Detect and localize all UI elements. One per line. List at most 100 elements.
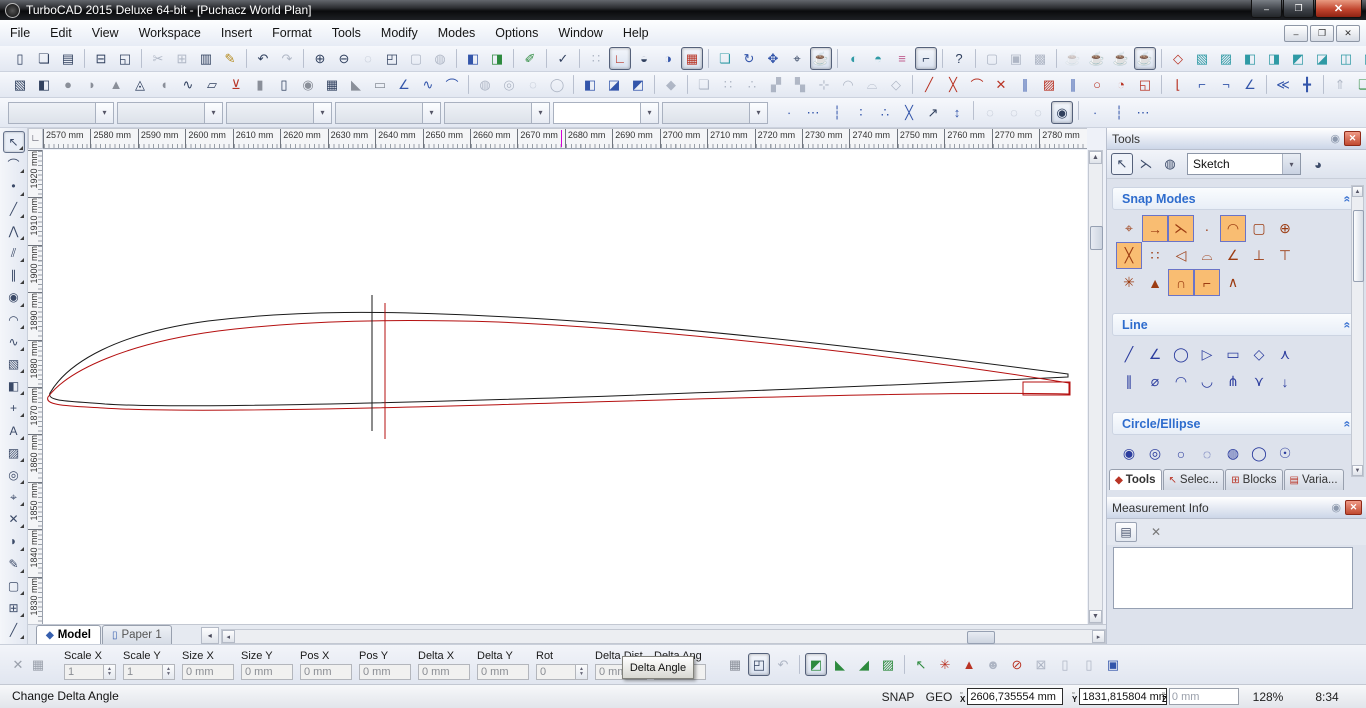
z-coordinate-field[interactable]: 0 mm <box>1168 688 1239 705</box>
menu-item[interactable]: Insert <box>211 20 262 46</box>
zoom-previous-icon[interactable]: ◌ <box>357 47 379 70</box>
inspector-close-icon[interactable]: ✕ <box>8 655 28 675</box>
text-style-combo[interactable]: ▾ <box>444 101 550 124</box>
point-mode-1-icon[interactable]: ∙ <box>1084 101 1106 124</box>
grid-array-icon[interactable]: ∷ <box>717 73 739 96</box>
style-combo[interactable]: Sketch ▾ <box>1187 153 1301 175</box>
combo-arrow-icon[interactable]: ▾ <box>422 102 440 123</box>
field-input[interactable]: 1 ▲ ▼ <box>123 663 175 680</box>
grid-box-icon[interactable]: ▣ <box>1102 653 1124 676</box>
circle-ref-2-icon[interactable]: ◌ <box>1003 101 1025 124</box>
combo-arrow-icon[interactable]: ▾ <box>749 102 767 123</box>
point-snap-5-icon[interactable]: ∴ <box>874 101 896 124</box>
menu-item[interactable]: Workspace <box>129 20 211 46</box>
zoom-level[interactable]: 128% <box>1244 685 1292 708</box>
snap-vertex-icon[interactable]: → <box>1142 215 1168 242</box>
facet-selector-icon[interactable]: ▨ <box>877 653 899 676</box>
line-tangent-to-arc-icon[interactable]: ⌀ <box>1142 368 1168 395</box>
segment-edit-icon[interactable]: ∠ <box>1239 73 1261 96</box>
measurement-close-icon[interactable]: ✕ <box>1345 500 1362 515</box>
snap-face-icon[interactable]: ⌓ <box>1194 242 1220 269</box>
profile-icon[interactable]: ⌓ <box>861 73 883 96</box>
palette-select-arrow-icon[interactable]: ↖ <box>1111 153 1133 175</box>
pin-icon[interactable]: ◉ <box>1330 132 1340 145</box>
bucket-icon[interactable]: ◕ <box>1307 153 1329 175</box>
polyline-edit-icon[interactable]: ⌐ <box>1191 73 1213 96</box>
material-editor-icon[interactable]: ◐ <box>843 47 865 70</box>
brush-style-combo[interactable]: ▾ <box>335 101 441 124</box>
view-iso-ne-icon[interactable]: ◫ <box>1335 47 1357 70</box>
snap-intersection-icon[interactable]: ╳ <box>1116 242 1142 269</box>
snap-divide-icon[interactable]: ⊤ <box>1272 242 1298 269</box>
menu-item[interactable]: Help <box>613 20 659 46</box>
copy-icon[interactable]: ⊞ <box>171 47 193 70</box>
polyline-3d-icon[interactable]: ∠ <box>393 73 415 96</box>
vertical-scrollbar[interactable]: ▲ ▼ <box>1088 150 1103 624</box>
combo-arrow-icon[interactable]: ▾ <box>1282 154 1300 174</box>
render-modes-icon[interactable]: ☕ <box>810 47 832 70</box>
horizontal-scrollbar[interactable]: ◂ ▸ <box>220 629 1106 644</box>
lamp-icon[interactable]: ⊻ <box>225 73 247 96</box>
mdi-restore-button[interactable]: ❐ <box>1310 25 1334 42</box>
coord-fields-icon[interactable]: ▦ <box>724 653 746 676</box>
box-b-icon[interactable]: ▯ <box>1078 653 1100 676</box>
render-wireframe-icon[interactable]: ☕ <box>1062 47 1084 70</box>
line-polygon-icon[interactable]: ◯ <box>1168 341 1194 368</box>
wedge-icon[interactable]: ◣ <box>345 73 367 96</box>
snap-radial-icon[interactable]: ✳ <box>1116 269 1142 296</box>
spinner-icon[interactable]: ▲ ▼ <box>162 664 174 679</box>
snap-nearest-entity-icon[interactable]: ◁ <box>1168 242 1194 269</box>
circle-3-point-icon[interactable]: ◌ <box>1194 440 1220 467</box>
selection-mouse-icon[interactable]: ◒ <box>633 47 655 70</box>
point-mode-2-icon[interactable]: ┆ <box>1108 101 1130 124</box>
print-icon[interactable]: ⊟ <box>90 47 112 70</box>
pen-width-combo[interactable]: ▾ <box>117 101 223 124</box>
capsule-icon[interactable]: ▯ <box>273 73 295 96</box>
multi-trim-icon[interactable]: ∥ <box>1014 73 1036 96</box>
camera-icon[interactable]: ▦ <box>681 47 703 70</box>
combo-arrow-icon[interactable]: ▾ <box>313 102 331 123</box>
ungroup-icon[interactable]: ▣ <box>1005 47 1027 70</box>
trim-icon[interactable]: ╱ <box>918 73 940 96</box>
combo-arrow-icon[interactable]: ▾ <box>531 102 549 123</box>
cut-icon[interactable]: ✂ <box>147 47 169 70</box>
pen-pattern-combo[interactable]: ▾ <box>226 101 332 124</box>
context-help-icon[interactable]: ? <box>948 47 970 70</box>
x-box-icon[interactable]: ⊠ <box>1030 653 1052 676</box>
view-back-icon[interactable]: ▨ <box>1215 47 1237 70</box>
double-line-tool-icon[interactable]: ⫽ <box>3 242 25 264</box>
circle-concentric-icon[interactable]: ◎ <box>1142 440 1168 467</box>
spline-tool-icon[interactable]: ∿ <box>3 331 25 353</box>
circle-ref-3-icon[interactable]: ◌ <box>1027 101 1049 124</box>
gradient-icon[interactable]: ▲ <box>958 653 980 676</box>
camera-tool-icon[interactable]: ⌖ <box>3 486 25 508</box>
slice-icon[interactable]: ◯ <box>546 73 568 96</box>
y-coordinate-field[interactable]: 1831,815804 mm <box>1079 688 1168 705</box>
menu-item[interactable]: Modify <box>371 20 428 46</box>
facet-edit-icon[interactable]: ◌ <box>522 73 544 96</box>
line-rectangle-icon[interactable]: ▭ <box>1220 341 1246 368</box>
snap-quadrant-icon[interactable]: ⊕ <box>1272 215 1298 242</box>
snap-nearest-icon[interactable]: ⋋ <box>1168 215 1194 242</box>
group-icon[interactable]: ▢ <box>981 47 1003 70</box>
zoom-extents-icon[interactable]: ◰ <box>381 47 403 70</box>
snap-midpoint-icon[interactable]: ∙ <box>1194 215 1220 242</box>
meet-2-lines-icon[interactable]: ╳ <box>942 73 964 96</box>
box-icon[interactable]: ▧ <box>9 73 31 96</box>
cross-trim-icon[interactable]: ✕ <box>990 73 1012 96</box>
copy-array-icon[interactable]: ❏ <box>693 73 715 96</box>
circle-tangent-2-entities-icon[interactable]: ◯ <box>1246 440 1272 467</box>
boolean-intersect-icon[interactable]: ◩ <box>627 73 649 96</box>
field-input[interactable]: 0 mm ▲▼ <box>418 663 470 680</box>
menu-item[interactable]: Modes <box>428 20 486 46</box>
menu-item[interactable]: Tools <box>322 20 371 46</box>
no-entity-icon[interactable]: ⊘ <box>1006 653 1028 676</box>
box-3d-tool-icon[interactable]: ▧ <box>3 353 25 375</box>
cp-selector-icon[interactable]: ◢ <box>853 653 875 676</box>
pen-style-icon[interactable]: ✎ <box>3 553 25 575</box>
vertical-scroll-thumb[interactable] <box>1090 226 1103 250</box>
helix-icon[interactable]: ∿ <box>177 73 199 96</box>
vector-arrow-icon[interactable]: ↗ <box>922 101 944 124</box>
image-tool-icon[interactable]: ▨ <box>3 442 25 464</box>
workplane-selector-icon[interactable]: ◣ <box>829 653 851 676</box>
